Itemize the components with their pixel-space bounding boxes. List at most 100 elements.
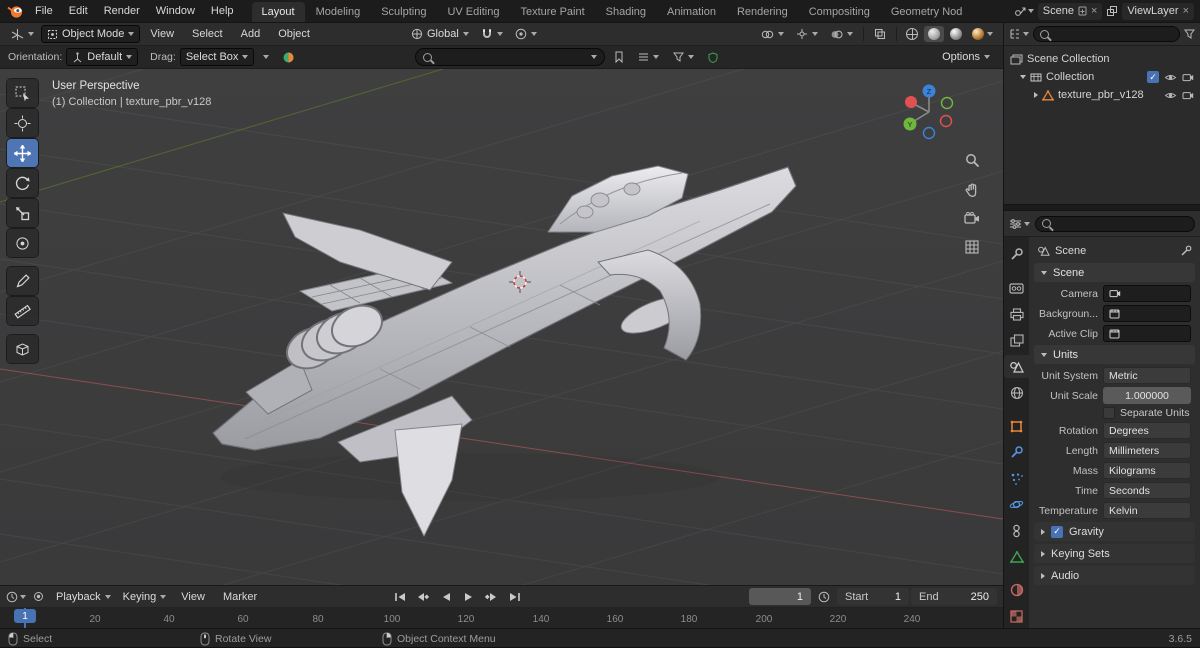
rotation-dropdown[interactable]: Degrees <box>1103 422 1191 439</box>
object-hide-eye-icon[interactable] <box>1164 91 1177 100</box>
time-dropdown[interactable]: Seconds <box>1103 482 1191 499</box>
menu-edit[interactable]: Edit <box>61 0 96 22</box>
outliner-row-collection[interactable]: Collection <box>1004 68 1200 86</box>
collection-checkbox[interactable] <box>1147 71 1159 83</box>
shading-wireframe-button[interactable] <box>902 26 922 42</box>
shading-rendered-button[interactable] <box>968 26 997 42</box>
tool-move[interactable] <box>7 139 38 167</box>
mode-selector[interactable]: Object Mode <box>41 25 141 43</box>
mass-dropdown[interactable]: Kilograms <box>1103 462 1191 479</box>
tool-rotate[interactable] <box>7 169 38 197</box>
proportional-editing-button[interactable] <box>510 25 542 43</box>
workspace-tab-geometry-nodes[interactable]: Geometry Nod <box>881 2 973 22</box>
tool-annotate[interactable] <box>7 267 38 295</box>
play-reverse-button[interactable] <box>435 588 456 605</box>
outliner-filter-icon[interactable] <box>1184 29 1195 39</box>
tab-scene[interactable] <box>1004 354 1029 379</box>
active-clip-field[interactable] <box>1103 325 1191 342</box>
navigation-gizmo[interactable]: Z Y <box>898 81 960 143</box>
tool-cursor[interactable] <box>7 109 38 137</box>
pin-tool-icon[interactable] <box>1180 245 1192 257</box>
timeline-scrubber[interactable]: 20 40 60 80 100 120 140 160 180 200 220 … <box>0 608 1003 628</box>
panel-divider[interactable] <box>1004 204 1200 211</box>
tool-select-box[interactable] <box>7 79 38 107</box>
tab-material[interactable] <box>1004 579 1029 602</box>
use-preview-range-clock-icon[interactable] <box>813 588 835 606</box>
filter-icon[interactable] <box>668 48 699 66</box>
viewlayer-browse-icon[interactable] <box>1106 5 1118 17</box>
object-render-camera-icon[interactable] <box>1182 91 1194 100</box>
workspace-tab-animation[interactable]: Animation <box>657 2 726 22</box>
viewlayer-selector[interactable]: ViewLayer <box>1122 2 1194 20</box>
scene-panel-header[interactable]: Scene <box>1034 263 1195 282</box>
shield-icon[interactable] <box>703 48 723 66</box>
tool-transform[interactable] <box>7 229 38 257</box>
scene-browse-icon[interactable] <box>1014 5 1034 17</box>
gizmos-dropdown[interactable] <box>791 25 823 43</box>
unit-system-dropdown[interactable]: Metric <box>1103 367 1191 384</box>
menu-help[interactable]: Help <box>203 0 242 22</box>
playhead[interactable]: 1 <box>14 609 36 623</box>
workspace-tab-rendering[interactable]: Rendering <box>727 2 798 22</box>
outliner-editor-type-button[interactable] <box>1009 28 1029 40</box>
camera-view-icon[interactable] <box>963 209 981 227</box>
pan-hand-icon[interactable] <box>963 180 981 198</box>
menu-window[interactable]: Window <box>148 0 203 22</box>
viewport-search-input[interactable] <box>437 51 587 63</box>
tab-world[interactable] <box>1004 381 1029 404</box>
outliner-search-input[interactable] <box>1053 28 1173 40</box>
keying-sets-panel-header[interactable]: Keying Sets <box>1034 544 1195 563</box>
viewport[interactable]: User Perspective (1) Collection | textur… <box>0 69 1003 585</box>
properties-editor-type-button[interactable] <box>1009 218 1030 230</box>
object-expand-icon[interactable] <box>1034 92 1038 98</box>
shading-solid-button[interactable] <box>924 26 944 42</box>
gizmo-x-axis[interactable] <box>905 96 917 108</box>
timeline-editor-type-button[interactable] <box>6 591 26 603</box>
workspace-tab-layout[interactable]: Layout <box>251 2 305 22</box>
tool-scale[interactable] <box>7 199 38 227</box>
jump-to-start-button[interactable] <box>389 588 410 605</box>
ortho-grid-icon[interactable] <box>963 238 981 256</box>
tab-modifiers[interactable] <box>1004 441 1029 464</box>
new-scene-icon[interactable] <box>1078 6 1087 16</box>
workspace-tab-texture-paint[interactable]: Texture Paint <box>510 2 594 22</box>
collection-expand-icon[interactable] <box>1020 75 1026 79</box>
jump-to-end-button[interactable] <box>504 588 525 605</box>
outliner-row-object[interactable]: texture_pbr_v128 <box>1004 86 1200 104</box>
editor-type-button[interactable] <box>6 25 39 43</box>
falloff-icon[interactable] <box>282 51 295 64</box>
frame-end-field[interactable]: End 250 <box>911 588 997 605</box>
remove-viewlayer-icon[interactable] <box>1183 5 1189 17</box>
viewport-canvas[interactable] <box>0 69 1003 585</box>
search-dropdown-icon[interactable] <box>591 55 598 59</box>
snapping-button[interactable] <box>476 25 508 43</box>
gravity-panel-header[interactable]: Gravity <box>1034 522 1195 541</box>
orientation-setting-dropdown[interactable]: Default <box>66 48 139 66</box>
workspace-tab-sculpting[interactable]: Sculpting <box>371 2 436 22</box>
xray-toggle[interactable] <box>869 25 891 43</box>
next-keyframe-button[interactable] <box>481 588 502 605</box>
properties-search-input[interactable] <box>1055 217 1188 230</box>
keying-menu[interactable]: Keying <box>118 588 172 606</box>
tab-view-layer[interactable] <box>1004 329 1029 352</box>
tab-output[interactable] <box>1004 303 1029 326</box>
playback-menu[interactable]: Playback <box>51 588 116 606</box>
auto-keying-record-button[interactable] <box>28 588 49 606</box>
tab-render[interactable] <box>1004 277 1029 300</box>
scene-selector[interactable]: Scene <box>1037 2 1103 20</box>
background-field[interactable] <box>1103 305 1191 322</box>
tab-constraints[interactable] <box>1004 519 1029 542</box>
current-frame-field[interactable]: 1 <box>749 588 811 605</box>
drag-setting-dropdown[interactable]: Select Box <box>179 48 255 66</box>
select-menu[interactable]: Select <box>184 23 231 45</box>
tool-add-primitive[interactable] <box>7 335 38 363</box>
tool-measure[interactable] <box>7 297 38 325</box>
overlays-dropdown[interactable] <box>825 25 858 43</box>
gravity-checkbox[interactable] <box>1051 525 1063 538</box>
unit-scale-slider[interactable]: 1.000000 <box>1103 387 1191 404</box>
marker-icon[interactable] <box>609 48 629 66</box>
properties-search[interactable] <box>1035 215 1195 232</box>
tab-tool[interactable] <box>1004 243 1029 266</box>
collection-hide-eye-icon[interactable] <box>1164 73 1177 82</box>
workspace-tab-compositing[interactable]: Compositing <box>799 2 880 22</box>
